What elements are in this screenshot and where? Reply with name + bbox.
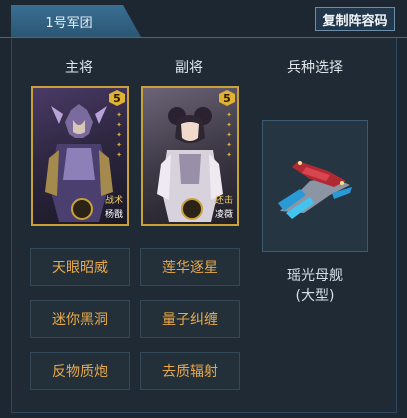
skill-button-4[interactable]: 量子纠缠 (140, 300, 240, 338)
skill-button-1[interactable]: 天眼昭威 (30, 248, 130, 286)
unit-select-title: 兵种选择 (287, 60, 343, 76)
unit-select-slot[interactable] (262, 120, 368, 252)
unit-size-label: (大型) (295, 288, 335, 304)
star-rating-icon: ✦ ✦ ✦ ✦ ✦ (226, 111, 232, 159)
skill-button-6[interactable]: 去质辐射 (140, 352, 240, 390)
skill-button-3[interactable]: 迷你黑洞 (30, 300, 130, 338)
main-general-title: 主将 (65, 60, 93, 76)
hero-trait-tag: 还击 (214, 196, 233, 206)
hero-name: 凌薇 (214, 210, 233, 220)
copy-lineup-code-button[interactable]: 复制阵容码 (315, 7, 395, 31)
skill-button-2[interactable]: 莲华逐星 (140, 248, 240, 286)
tab-legion-1[interactable]: 1号军团 (11, 5, 141, 37)
unit-name: 瑶光母舰 (大型) (262, 266, 368, 306)
faction-emblem-icon (181, 198, 203, 220)
vice-general-card[interactable]: 5 ✦ ✦ ✦ ✦ ✦ 还击 凌薇 (141, 86, 239, 226)
main-general-card[interactable]: 5 ✦ ✦ ✦ ✦ ✦ 战术 杨戬 (31, 86, 129, 226)
vice-general-title: 副将 (175, 60, 203, 76)
tab-label: 1号军团 (45, 15, 93, 31)
skill-button-5[interactable]: 反物质炮 (30, 352, 130, 390)
star-rating-icon: ✦ ✦ ✦ ✦ ✦ (116, 111, 122, 159)
faction-emblem-icon (71, 198, 93, 220)
hero-trait-tag: 战术 (104, 196, 123, 206)
unit-name-line1: 瑶光母舰 (287, 268, 343, 284)
hero-name: 杨戬 (104, 210, 123, 220)
spaceship-icon (278, 161, 352, 219)
